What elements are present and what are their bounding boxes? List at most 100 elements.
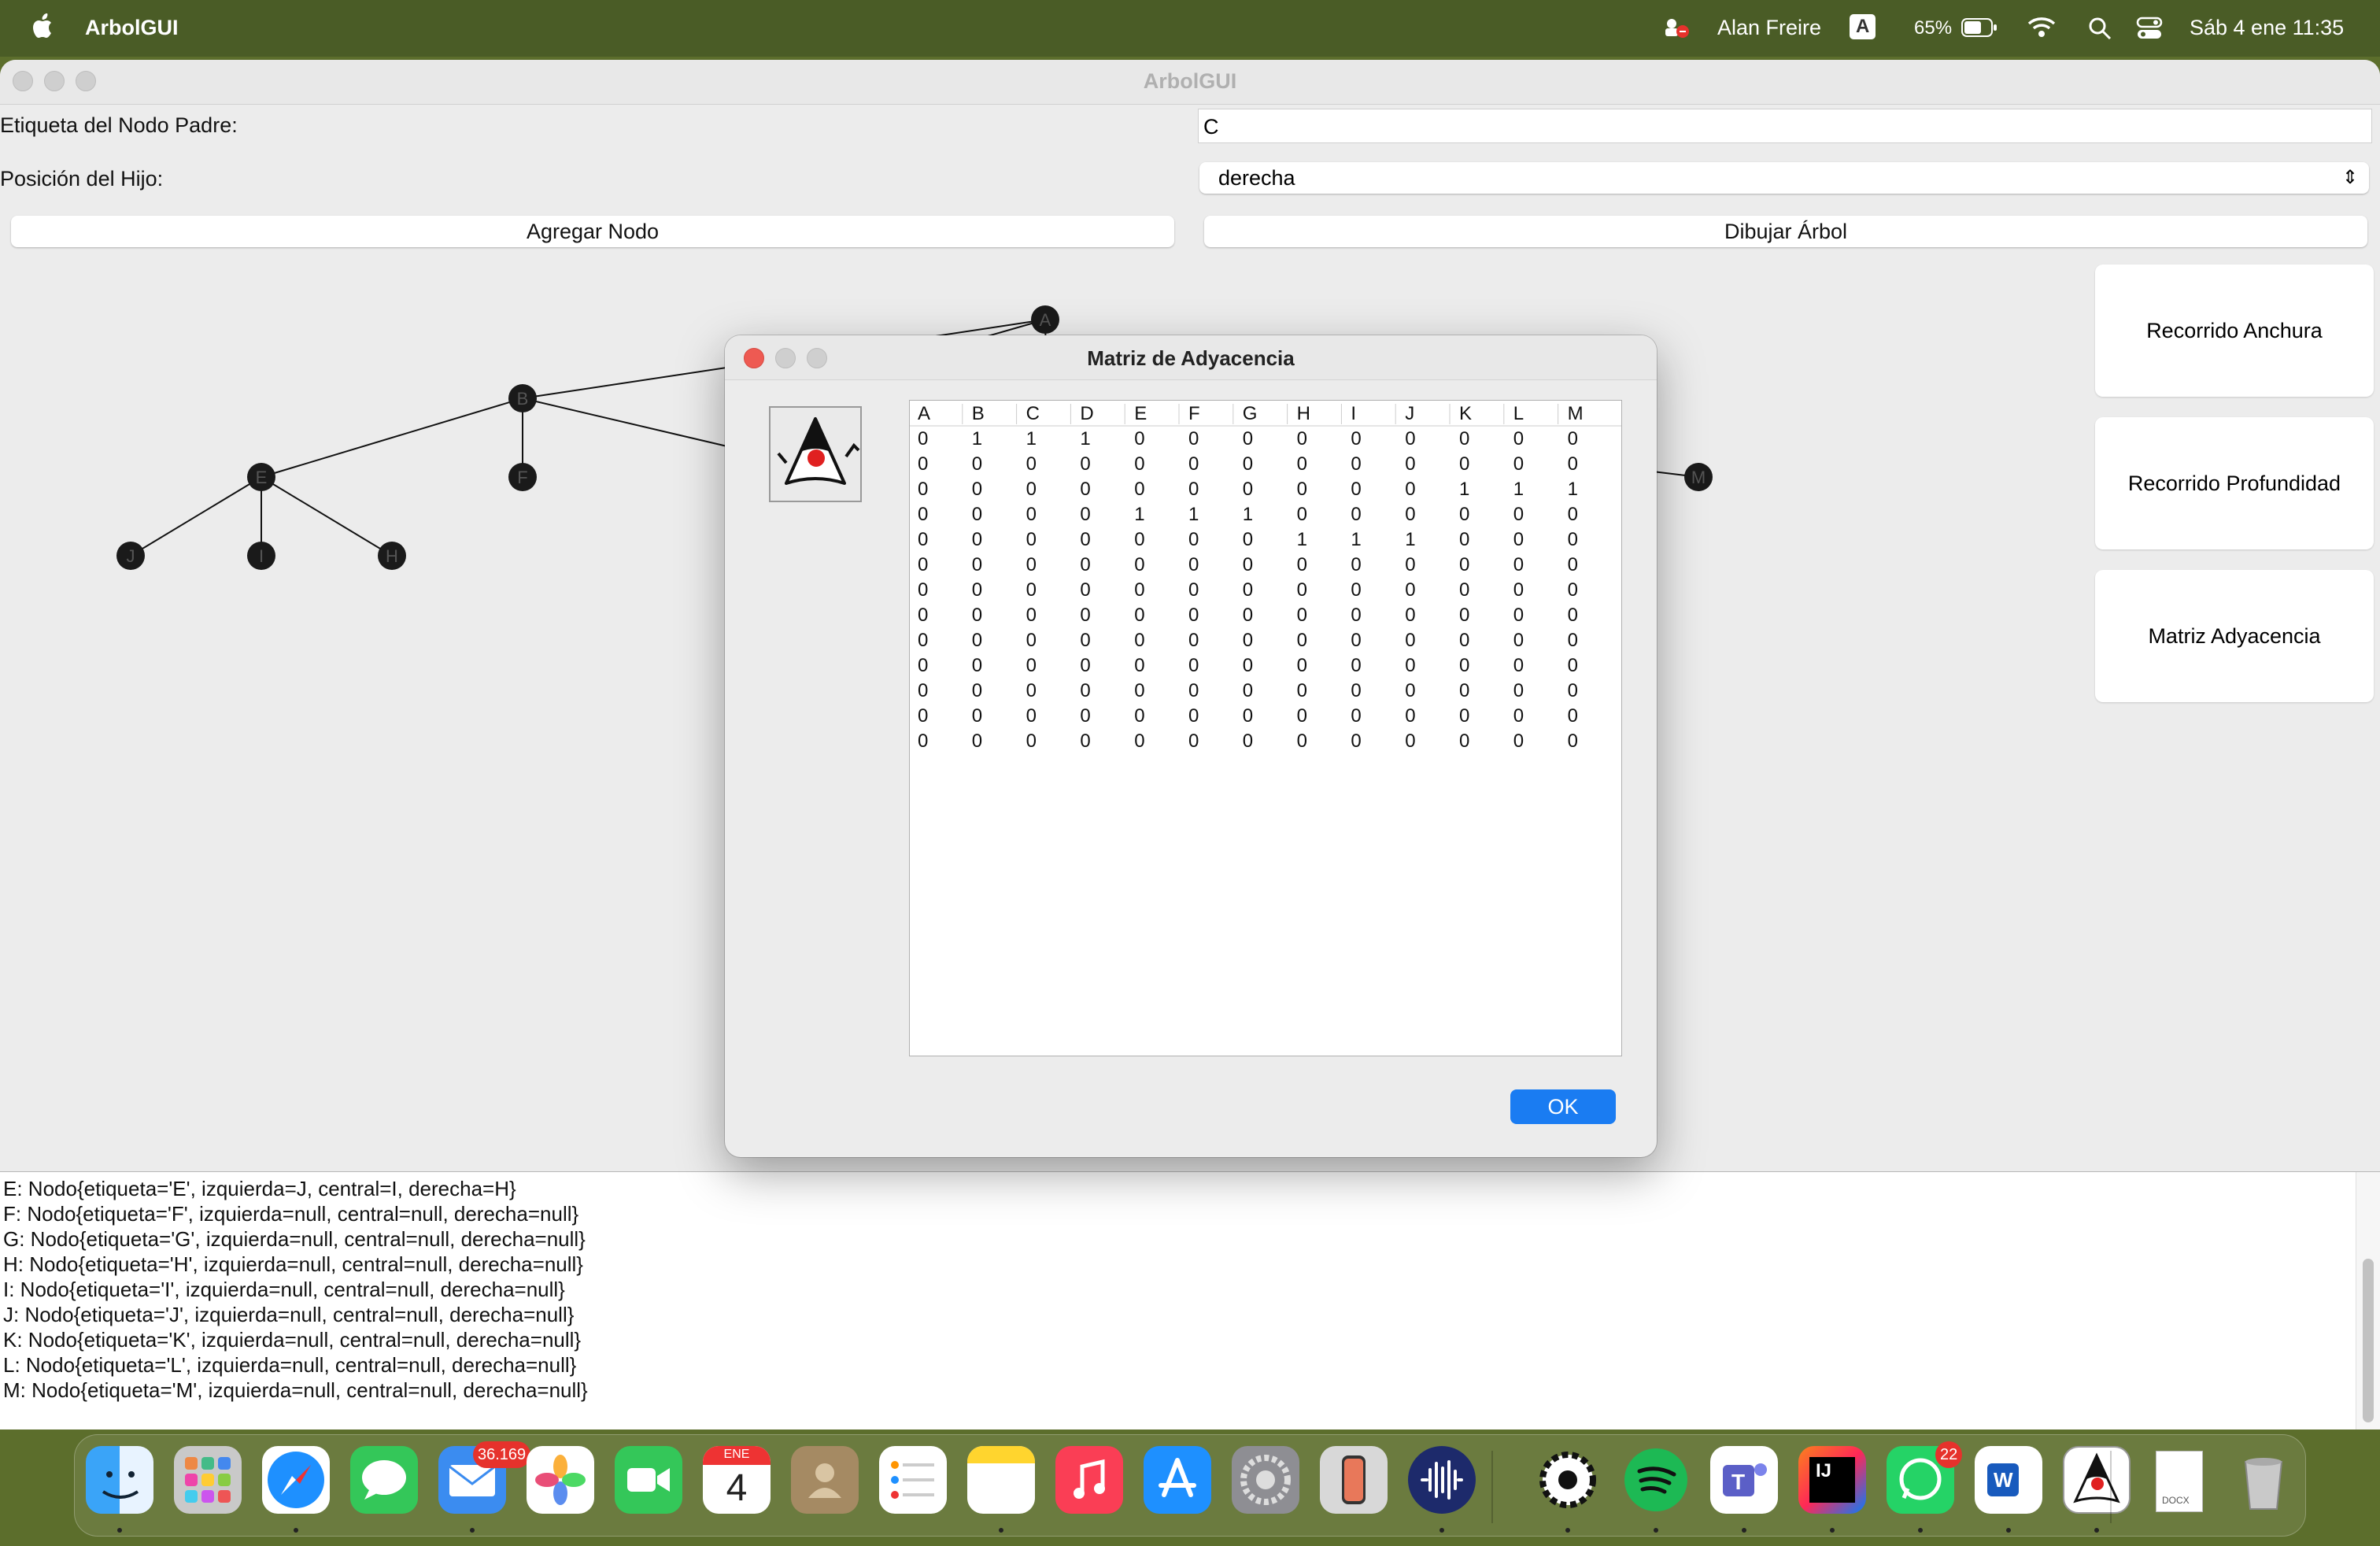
matrix-header-cell: F: [1188, 403, 1200, 424]
matrix-cell: 0: [1351, 554, 1361, 575]
matrix-cell: 0: [1080, 705, 1090, 727]
matrix-cell: 0: [1026, 680, 1037, 701]
depth-traversal-button[interactable]: Recorrido Profundidad: [2095, 417, 2374, 549]
matrix-table[interactable]: A B C D E F G H I J K L M 0 1 1 1 0 0 0 0 0 0 0 0 0 0 0 0 0 0 0 0 0 0 0 0 0 0…: [909, 400, 1622, 1056]
matrix-cell: 0: [1297, 453, 1307, 475]
mail-app-icon[interactable]: 36.169: [438, 1441, 531, 1514]
matrix-cell: 0: [1026, 579, 1037, 601]
launchpad-app-icon[interactable]: [174, 1446, 242, 1514]
matrix-cell: 0: [1188, 529, 1199, 550]
matrix-cell: 0: [1568, 680, 1578, 701]
matrix-cell: 0: [1188, 655, 1199, 676]
matrix-cell: 0: [1513, 630, 1524, 651]
clock[interactable]: Sáb 4 ene 11:35: [2190, 16, 2344, 40]
matrix-cell: 0: [1351, 453, 1361, 475]
reminders-app-icon[interactable]: [879, 1446, 947, 1514]
output-line: J: Nodo{etiqueta='J', izquierda=null, ce…: [3, 1303, 575, 1326]
matrix-header-cell: B: [972, 403, 985, 424]
adjacency-matrix-dialog: Matriz de Adyacencia A B C D E F G H I J K L M 0 1 1 1 0…: [725, 335, 1657, 1157]
output-scrollbar[interactable]: [2356, 1172, 2380, 1429]
matrix-cell: 0: [918, 504, 928, 525]
photos-app-icon[interactable]: [527, 1446, 594, 1514]
app-name[interactable]: ArbolGUI: [85, 16, 179, 40]
matrix-cell: 0: [1297, 730, 1307, 752]
matrix-cell: 0: [1459, 655, 1469, 676]
matrix-cell: 0: [1243, 680, 1253, 701]
matrix-cell: 1: [1568, 479, 1578, 500]
matrix-cell: 0: [918, 730, 928, 752]
running-indicator: [1830, 1528, 1835, 1533]
tree-node: A: [1031, 305, 1059, 334]
mail-badge: 36.169: [473, 1441, 531, 1468]
matrix-cell: 0: [1297, 680, 1307, 701]
search-icon[interactable]: [2087, 16, 2112, 41]
spotify-app-icon[interactable]: [1622, 1446, 1690, 1514]
system-settings-app-icon[interactable]: [1232, 1446, 1299, 1514]
matrix-header-cell: A: [918, 403, 930, 424]
matrix-cell: 0: [1080, 554, 1090, 575]
word-app-icon[interactable]: W: [1975, 1446, 2042, 1514]
trash-icon[interactable]: [2230, 1446, 2297, 1514]
matrix-cell: 0: [1513, 730, 1524, 752]
finder-app-icon[interactable]: [86, 1446, 153, 1514]
matrix-cell: 0: [1568, 605, 1578, 626]
matrix-cell: 0: [1351, 605, 1361, 626]
control-center-icon[interactable]: [2136, 16, 2163, 41]
intellij-app-icon[interactable]: IJ: [1798, 1446, 1866, 1514]
matrix-cell: 0: [972, 579, 982, 601]
running-indicator: [2006, 1528, 2011, 1533]
user-name[interactable]: Alan Freire: [1717, 16, 1821, 40]
matrix-cell: 0: [918, 680, 928, 701]
matrix-cell: 0: [1568, 504, 1578, 525]
adjacency-matrix-button[interactable]: Matriz Adyacencia: [2095, 570, 2374, 702]
battery-icon[interactable]: [1961, 17, 1998, 38]
wifi-icon[interactable]: [2026, 14, 2057, 39]
ok-button[interactable]: OK: [1510, 1089, 1616, 1124]
scrollbar-thumb[interactable]: [2363, 1259, 2374, 1422]
teams-app-icon[interactable]: T: [1710, 1446, 1778, 1514]
matrix-cell: 0: [972, 630, 982, 651]
microphone-mute-icon[interactable]: [1661, 16, 1692, 39]
menu-bar: ArbolGUI Alan Freire A 65% Sáb 4 ene 11:…: [0, 0, 2380, 57]
matrix-cell: 0: [1188, 630, 1199, 651]
matrix-cell: 0: [1297, 554, 1307, 575]
matrix-cell: 0: [1243, 529, 1253, 550]
gear-app-icon[interactable]: [1534, 1446, 1602, 1514]
matrix-cell: 0: [1405, 579, 1415, 601]
calendar-app-icon[interactable]: ENE 4: [703, 1446, 771, 1514]
notes-app-icon[interactable]: [967, 1446, 1035, 1514]
matrix-cell: 0: [1134, 705, 1144, 727]
matrix-cell: 0: [918, 630, 928, 651]
iphone-mirroring-app-icon[interactable]: [1320, 1446, 1388, 1514]
matrix-cell: 0: [1405, 479, 1415, 500]
matrix-cell: 0: [1459, 730, 1469, 752]
input-source-indicator[interactable]: A: [1850, 14, 1876, 39]
matrix-cell: 0: [1351, 705, 1361, 727]
breadth-traversal-button[interactable]: Recorrido Anchura: [2095, 264, 2374, 397]
contacts-app-icon[interactable]: [791, 1446, 859, 1514]
matrix-header-cell: G: [1243, 403, 1258, 424]
matrix-header-cell: D: [1080, 403, 1093, 424]
output-text-area[interactable]: E: Nodo{etiqueta='E', izquierda=J, centr…: [0, 1171, 2380, 1429]
safari-app-icon[interactable]: [262, 1446, 330, 1514]
document-icon[interactable]: DOCX: [2145, 1446, 2212, 1514]
matrix-cell: 0: [1026, 479, 1037, 500]
matrix-cell: 0: [1459, 453, 1469, 475]
java-app-icon[interactable]: [2063, 1446, 2131, 1514]
matrix-cell: 0: [1405, 605, 1415, 626]
music-app-icon[interactable]: [1055, 1446, 1123, 1514]
matrix-cell: 0: [1568, 655, 1578, 676]
dialog-titlebar[interactable]: Matriz de Adyacencia: [725, 335, 1657, 380]
matrix-cell: 0: [1459, 529, 1469, 550]
audio-app-icon[interactable]: [1408, 1446, 1476, 1514]
matrix-cell: 0: [1405, 554, 1415, 575]
apple-menu-icon[interactable]: [30, 11, 57, 43]
svg-text:J: J: [127, 546, 135, 566]
app-store-app-icon[interactable]: [1144, 1446, 1211, 1514]
messages-app-icon[interactable]: [350, 1446, 418, 1514]
matrix-cell: 0: [1026, 529, 1037, 550]
output-line: I: Nodo{etiqueta='I', izquierda=null, ce…: [3, 1278, 565, 1301]
whatsapp-app-icon[interactable]: 22: [1887, 1441, 1963, 1514]
tree-node: J: [116, 542, 145, 570]
facetime-app-icon[interactable]: [615, 1446, 682, 1514]
